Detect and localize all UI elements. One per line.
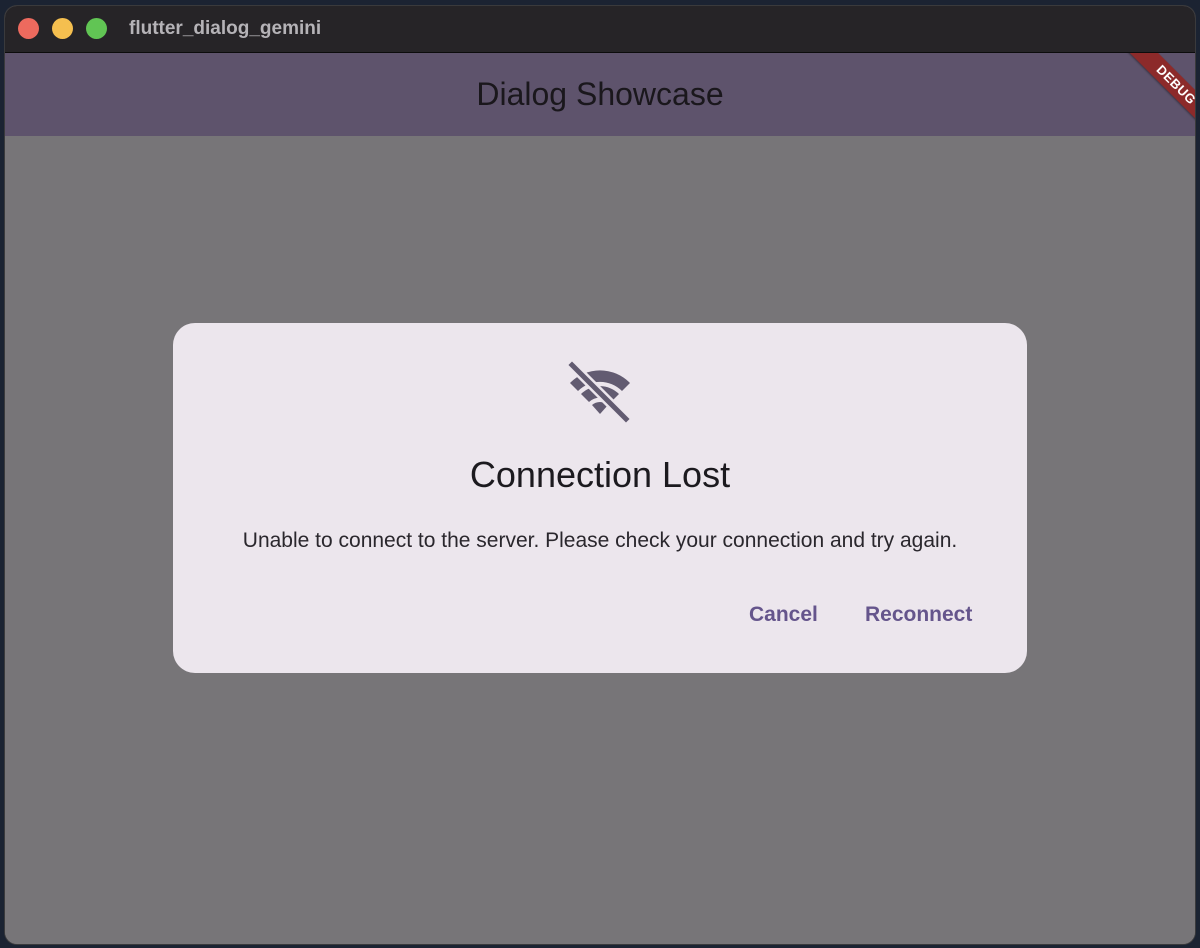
cancel-button[interactable]: Cancel [743, 595, 824, 635]
maximize-window-button[interactable] [86, 18, 107, 39]
debug-banner-label: DEBUG [1122, 53, 1195, 139]
app-bar-title: Dialog Showcase [476, 76, 724, 112]
dialog-title: Connection Lost [469, 454, 731, 495]
desktop-background: flutter_dialog_gemini Dialog Showcase DE… [0, 0, 1200, 948]
dialog-message: Unable to connect to the server. Please … [242, 529, 958, 552]
window-titlebar[interactable]: flutter_dialog_gemini [5, 6, 1195, 53]
connection-lost-dialog: Connection Lost Unable to connect to the… [173, 323, 1027, 673]
debug-banner: DEBUG [1105, 53, 1195, 143]
minimize-window-button[interactable] [52, 18, 73, 39]
close-window-button[interactable] [18, 18, 39, 39]
window-title: flutter_dialog_gemini [129, 18, 322, 39]
wifi-off-icon [568, 361, 630, 423]
app-bar: Dialog Showcase [5, 53, 1195, 136]
app-window: flutter_dialog_gemini Dialog Showcase DE… [5, 6, 1195, 944]
reconnect-button[interactable]: Reconnect [859, 595, 978, 635]
